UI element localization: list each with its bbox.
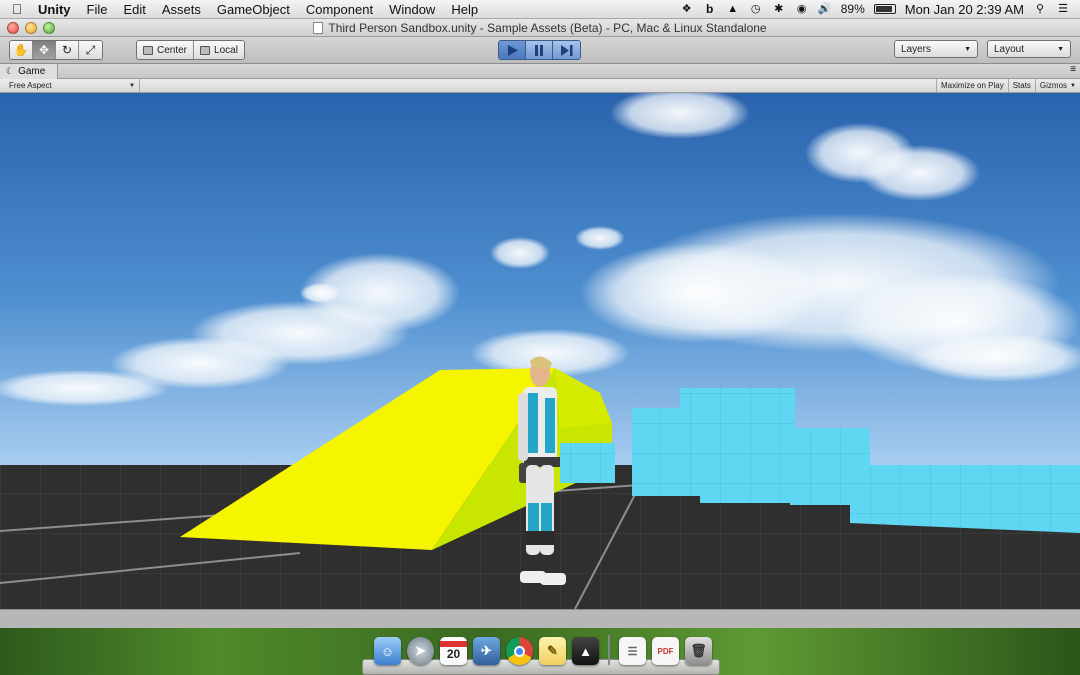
battery-percent[interactable]: 89% <box>841 2 865 16</box>
window-title: Third Person Sandbox.unity - Sample Asse… <box>0 21 1080 35</box>
document-proxy-icon <box>313 21 324 34</box>
aspect-dropdown[interactable]: Free Aspect ▼ <box>0 79 140 92</box>
dock-icons: ☺ ➤ 20 ✈ ✎ ▲ ☰ PDF 🗑 <box>374 635 712 665</box>
menu-gameobject[interactable]: GameObject <box>209 2 298 17</box>
game-view-toggles: Maximize on Play Stats Gizmos ▼ <box>936 79 1080 92</box>
play-icon <box>507 44 518 56</box>
pause-icon <box>535 44 543 56</box>
tab-game[interactable]: ☾ Game <box>0 63 59 79</box>
close-window-button[interactable] <box>7 21 19 34</box>
preview-icon[interactable]: ✈ <box>473 637 500 665</box>
pivot-local-button[interactable]: Local <box>194 41 244 59</box>
calendar-icon[interactable]: 20 <box>440 637 467 665</box>
layers-dropdown[interactable]: Layers ▼ <box>894 40 978 58</box>
unity-icon[interactable]: ▲ <box>572 637 599 665</box>
pivot-label: Center <box>157 44 188 56</box>
minimize-window-button[interactable] <box>25 21 37 34</box>
layout-label: Layout <box>994 43 1025 55</box>
zoom-window-button[interactable] <box>43 21 55 34</box>
menu-help[interactable]: Help <box>443 2 486 17</box>
step-icon <box>560 44 572 56</box>
caret-down-icon: ▼ <box>1057 45 1064 53</box>
chrome-icon[interactable] <box>506 637 533 665</box>
gizmos-dropdown[interactable]: Gizmos ▼ <box>1034 79 1080 92</box>
menu-assets[interactable]: Assets <box>154 2 209 17</box>
stats-toggle[interactable]: Stats <box>1007 79 1035 92</box>
layout-dropdown[interactable]: Layout ▼ <box>987 40 1071 58</box>
game-viewport[interactable] <box>0 93 1080 609</box>
panel-menu-icon[interactable]: ≡ <box>1070 64 1076 75</box>
apple-icon[interactable]:  <box>0 1 34 17</box>
spotlight-icon[interactable]: ⚲ <box>1033 3 1047 16</box>
game-scene <box>0 93 1080 609</box>
trash-icon[interactable]: 🗑 <box>685 637 712 665</box>
hand-tool-button[interactable]: ✋ <box>10 41 33 59</box>
google-drive-icon[interactable]: ▲ <box>726 3 740 16</box>
calendar-day: 20 <box>446 647 461 661</box>
dock: ☺ ➤ 20 ✈ ✎ ▲ ☰ PDF 🗑 <box>362 633 720 675</box>
stats-label: Stats <box>1012 81 1031 90</box>
game-tab-bar: ☾ Game ≡ <box>0 63 1080 79</box>
volume-icon[interactable]: 🔊 <box>818 3 832 16</box>
time-machine-icon[interactable]: ◷ <box>749 3 763 16</box>
rotate-tool-button[interactable]: ↻ <box>56 41 79 59</box>
game-controller-icon: ☾ <box>6 65 15 76</box>
move-icon: ✥ <box>38 43 50 57</box>
step-button[interactable] <box>553 41 580 59</box>
title-bar: Third Person Sandbox.unity - Sample Asse… <box>0 19 1080 37</box>
launchpad-icon[interactable]: ➤ <box>407 637 434 665</box>
pdf-icon[interactable]: PDF <box>652 637 679 665</box>
play-button[interactable] <box>499 41 526 59</box>
clock[interactable]: Mon Jan 20 2:39 AM <box>905 2 1024 17</box>
dropbox-icon[interactable]: ❖ <box>680 3 694 16</box>
menu-component[interactable]: Component <box>298 2 381 17</box>
transform-tools: ✋ ✥ ↻ ⤢ <box>9 40 103 60</box>
notification-center-icon[interactable]: ☰ <box>1056 3 1070 16</box>
bluetooth-icon[interactable]: ✱ <box>772 3 786 16</box>
scale-tool-button[interactable]: ⤢ <box>79 41 102 59</box>
window-controls <box>0 21 55 34</box>
hand-icon: ✋ <box>13 43 29 57</box>
menu-bar:  Unity File Edit Assets GameObject Comp… <box>0 0 1080 19</box>
local-icon <box>200 45 211 55</box>
maximize-on-play-toggle[interactable]: Maximize on Play <box>936 79 1008 92</box>
space-label: Local <box>214 44 238 56</box>
aspect-label: Free Aspect <box>9 81 52 90</box>
finder-icon[interactable]: ☺ <box>374 637 401 665</box>
wifi-icon[interactable]: ◉ <box>795 3 809 16</box>
pause-button[interactable] <box>526 41 553 59</box>
toolbar: ✋ ✥ ↻ ⤢ Center Local Layers ▼ Layout ▼ <box>0 37 1080 64</box>
status-area: ❖ b ▲ ◷ ✱ ◉ 🔊 89% Mon Jan 20 2:39 AM ⚲ ☰ <box>680 2 1080 17</box>
battery-icon[interactable] <box>873 4 896 14</box>
caret-down-icon: ▼ <box>129 82 135 89</box>
bitly-icon[interactable]: b <box>703 2 717 16</box>
play-controls <box>498 40 581 60</box>
tab-game-label: Game <box>18 65 46 77</box>
menu-window[interactable]: Window <box>381 2 443 17</box>
pivot-center-button[interactable]: Center <box>137 41 195 59</box>
dock-separator <box>608 635 610 665</box>
caret-down-icon: ▼ <box>964 45 971 53</box>
game-view-controls: Free Aspect ▼ Maximize on Play Stats Giz… <box>0 79 1080 93</box>
pivot-controls: Center Local <box>136 40 245 60</box>
status-strip <box>0 609 1080 628</box>
pivot-icon <box>143 45 153 55</box>
window-title-text: Third Person Sandbox.unity - Sample Asse… <box>328 20 767 35</box>
move-tool-button[interactable]: ✥ <box>33 41 56 59</box>
scale-icon: ⤢ <box>85 42 96 57</box>
menu-app-unity[interactable]: Unity <box>34 2 79 17</box>
maximize-label: Maximize on Play <box>941 81 1004 90</box>
notes-icon[interactable]: ✎ <box>539 637 566 665</box>
rotate-icon: ↻ <box>61 43 73 57</box>
menu-file[interactable]: File <box>79 2 116 17</box>
gizmos-label: Gizmos <box>1039 81 1068 90</box>
document-icon[interactable]: ☰ <box>619 637 646 665</box>
menu-edit[interactable]: Edit <box>115 2 153 17</box>
caret-down-icon: ▼ <box>1070 82 1076 89</box>
layers-label: Layers <box>901 43 932 55</box>
